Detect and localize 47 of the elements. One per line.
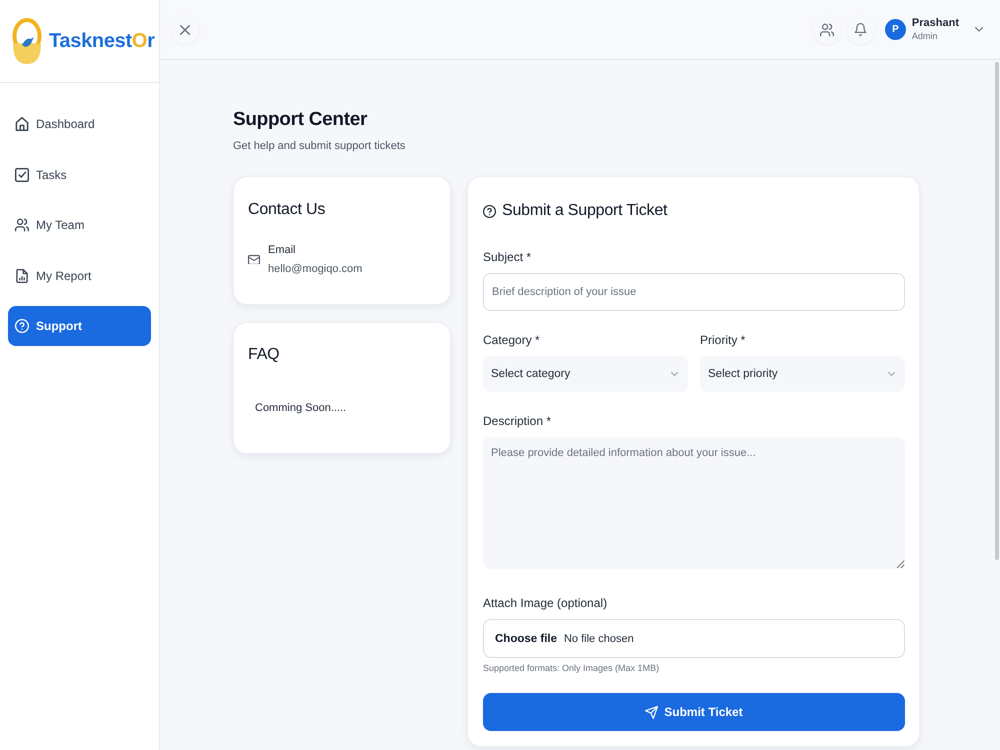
help-icon xyxy=(483,204,496,218)
mail-icon xyxy=(248,254,260,264)
card-title: Contact Us xyxy=(248,200,326,220)
form-title: Submit a Support Ticket xyxy=(502,201,668,221)
contact-label: Email xyxy=(268,243,297,257)
user-avatar[interactable]: P xyxy=(884,19,906,40)
sidebar-item[interactable]: My Report xyxy=(8,256,151,296)
send-icon xyxy=(645,706,658,718)
category-select[interactable]: Select category xyxy=(483,356,688,392)
user-name: Prashant xyxy=(912,17,959,31)
help-icon xyxy=(15,319,29,333)
subject-field[interactable]: Brief description of your issue xyxy=(483,273,905,311)
submit-ticket-button[interactable]: Submit Ticket xyxy=(483,693,905,731)
field-label: Subject * xyxy=(483,250,532,264)
close-icon xyxy=(180,24,190,34)
house-icon xyxy=(15,117,29,131)
scrollbar-thumb[interactable] xyxy=(995,62,999,560)
file-input-field[interactable]: Choose file No file chosen xyxy=(483,619,905,658)
users-icon xyxy=(820,22,834,36)
document-chart-icon xyxy=(15,268,29,282)
sidebar-item[interactable]: Dashboard xyxy=(8,104,151,144)
file-status-text: No file chosen xyxy=(564,632,634,644)
chevron-down-icon[interactable] xyxy=(975,27,983,32)
checkbox-icon xyxy=(15,168,29,182)
logo-text: TasknestOr xyxy=(49,30,155,52)
users-icon xyxy=(15,218,29,232)
description-field[interactable]: Please provide detailed information about your issue... xyxy=(483,437,905,569)
bell-icon xyxy=(854,23,868,36)
page-title: Support Center xyxy=(233,108,368,132)
field-label: Category * xyxy=(483,333,541,347)
field-label: Attach Image (optional) xyxy=(483,596,608,610)
sidebar-item[interactable]: Tasks xyxy=(8,154,151,194)
user-role: Admin xyxy=(912,30,938,42)
helper-text: Supported formats: Only Images (Max 1MB) xyxy=(483,662,660,674)
faq-text: Comming Soon..... xyxy=(255,401,348,415)
chevron-down-icon xyxy=(888,372,895,376)
chevron-down-icon xyxy=(671,372,678,376)
field-label: Description * xyxy=(483,414,552,428)
priority-select[interactable]: Select priority xyxy=(700,356,905,392)
sidebar-item[interactable]: My Team xyxy=(8,205,151,245)
bird-nest-icon xyxy=(12,18,42,64)
field-label: Priority * xyxy=(700,333,746,347)
page-subtitle: Get help and submit support tickets xyxy=(233,139,406,153)
sidebar-item[interactable]: Support xyxy=(8,306,151,346)
choose-file-button[interactable]: Choose file xyxy=(495,632,557,644)
card-title: FAQ xyxy=(248,345,280,365)
contact-email: hello@mogiqo.com xyxy=(268,262,362,276)
